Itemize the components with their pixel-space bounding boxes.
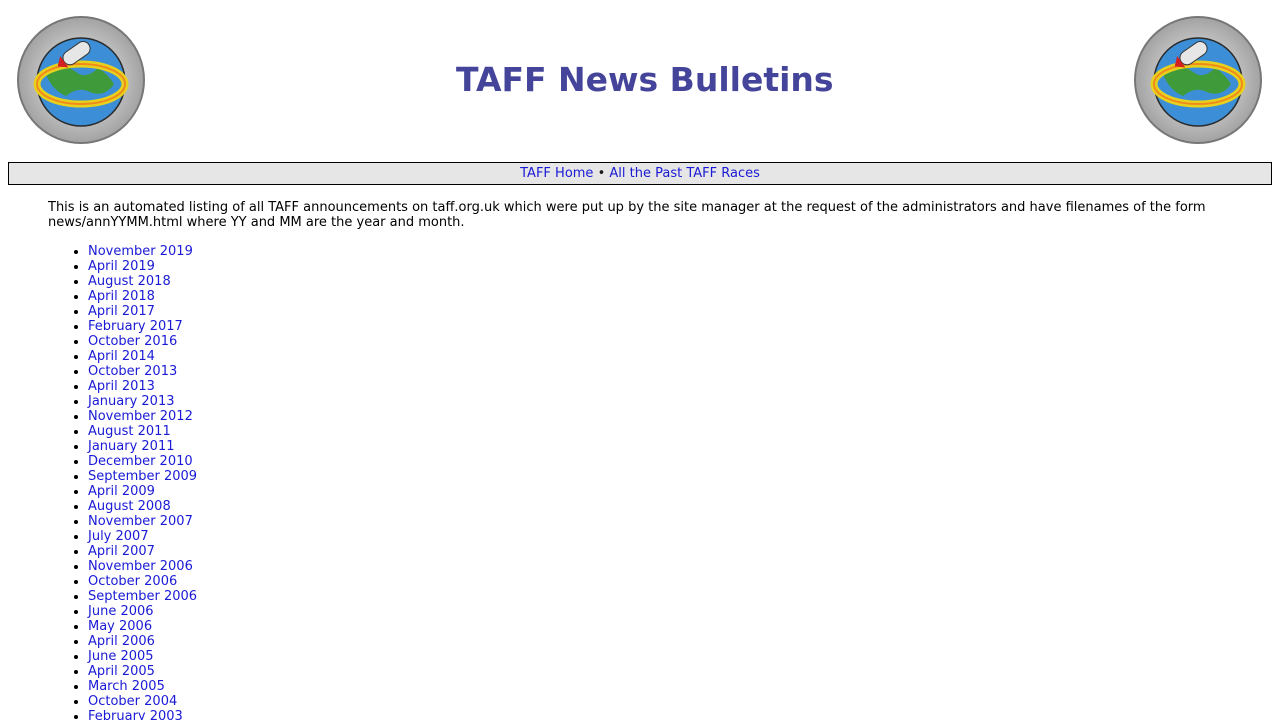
bulletin-link[interactable]: June 2006 — [88, 604, 154, 619]
past-races-link[interactable]: All the Past TAFF Races — [609, 166, 759, 181]
list-item: July 2007 — [88, 529, 197, 544]
list-item: February 2017 — [88, 319, 197, 334]
bulletin-link[interactable]: January 2011 — [88, 439, 175, 454]
list-item: April 2009 — [88, 484, 197, 499]
nav-bar: TAFF Home • All the Past TAFF Races — [8, 162, 1272, 185]
list-item: April 2019 — [88, 259, 197, 274]
bulletin-link[interactable]: April 2018 — [88, 289, 155, 304]
list-item: June 2006 — [88, 604, 197, 619]
bulletin-link[interactable]: August 2008 — [88, 499, 171, 514]
list-item: November 2006 — [88, 559, 197, 574]
list-item: December 2010 — [88, 454, 197, 469]
taff-home-link[interactable]: TAFF Home — [520, 166, 593, 181]
page-title: TAFF News Bulletins — [456, 60, 834, 99]
bulletin-link[interactable]: April 2007 — [88, 544, 155, 559]
globe-rocket-icon — [17, 16, 145, 144]
globe-rocket-icon — [1134, 16, 1262, 144]
list-item: April 2007 — [88, 544, 197, 559]
list-item: April 2014 — [88, 349, 197, 364]
list-item: April 2018 — [88, 289, 197, 304]
list-item: October 2013 — [88, 364, 197, 379]
bulletin-link[interactable]: September 2006 — [88, 589, 197, 604]
list-item: October 2016 — [88, 334, 197, 349]
bulletin-link[interactable]: May 2006 — [88, 619, 152, 634]
list-item: November 2007 — [88, 514, 197, 529]
bulletin-link[interactable]: April 2017 — [88, 304, 155, 319]
nav-separator: • — [597, 166, 606, 181]
list-item: April 2006 — [88, 634, 197, 649]
bulletin-link[interactable]: November 2012 — [88, 409, 193, 424]
bulletin-link[interactable]: February 2017 — [88, 319, 183, 334]
bulletin-list: November 2019April 2019August 2018April … — [48, 244, 197, 720]
bulletin-link[interactable]: April 2019 — [88, 259, 155, 274]
bulletin-link[interactable]: June 2005 — [88, 649, 154, 664]
bulletin-link[interactable]: October 2004 — [88, 694, 177, 709]
bulletin-link[interactable]: November 2006 — [88, 559, 193, 574]
bulletin-link[interactable]: April 2013 — [88, 379, 155, 394]
bulletin-link[interactable]: April 2005 — [88, 664, 155, 679]
list-item: October 2006 — [88, 574, 197, 589]
bulletin-link[interactable]: April 2009 — [88, 484, 155, 499]
bulletin-link[interactable]: November 2019 — [88, 244, 193, 259]
bulletin-link[interactable]: March 2005 — [88, 679, 165, 694]
list-item: November 2019 — [88, 244, 197, 259]
header: TAFF News Bulletins — [0, 0, 1280, 160]
list-item: April 2017 — [88, 304, 197, 319]
list-item: August 2008 — [88, 499, 197, 514]
bulletin-link[interactable]: April 2014 — [88, 349, 155, 364]
list-item: April 2013 — [88, 379, 197, 394]
bulletin-link[interactable]: February 2003 — [88, 709, 183, 720]
bulletin-link[interactable]: October 2006 — [88, 574, 177, 589]
bulletin-link[interactable]: November 2007 — [88, 514, 193, 529]
bulletin-link[interactable]: October 2016 — [88, 334, 177, 349]
bulletin-link[interactable]: December 2010 — [88, 454, 193, 469]
bulletin-link[interactable]: October 2013 — [88, 364, 177, 379]
bulletin-link[interactable]: January 2013 — [88, 394, 175, 409]
bulletin-link[interactable]: July 2007 — [88, 529, 149, 544]
bulletin-link[interactable]: August 2011 — [88, 424, 171, 439]
page: TAFF News Bulletins TAFF Home • All the … — [0, 0, 1280, 720]
intro-text: This is an automated listing of all TAFF… — [48, 200, 1206, 230]
list-item: September 2009 — [88, 469, 197, 484]
list-item: May 2006 — [88, 619, 197, 634]
list-item: August 2011 — [88, 424, 197, 439]
list-item: February 2003 — [88, 709, 197, 720]
list-item: September 2006 — [88, 589, 197, 604]
list-item: November 2012 — [88, 409, 197, 424]
list-item: January 2013 — [88, 394, 197, 409]
list-item: January 2011 — [88, 439, 197, 454]
list-item: October 2004 — [88, 694, 197, 709]
taff-logo-right[interactable] — [1133, 12, 1263, 147]
bulletin-link[interactable]: September 2009 — [88, 469, 197, 484]
taff-logo-left[interactable] — [16, 12, 146, 147]
list-item: August 2018 — [88, 274, 197, 289]
list-item: April 2005 — [88, 664, 197, 679]
list-item: June 2005 — [88, 649, 197, 664]
bulletin-link[interactable]: April 2006 — [88, 634, 155, 649]
bulletin-link[interactable]: August 2018 — [88, 274, 171, 289]
list-item: March 2005 — [88, 679, 197, 694]
